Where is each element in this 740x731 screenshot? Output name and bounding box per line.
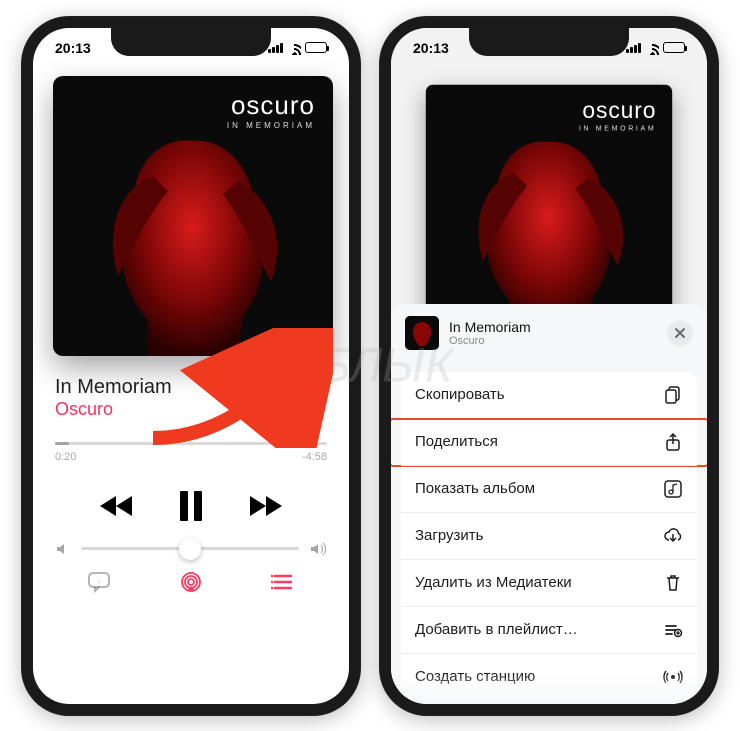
track-artist[interactable]: Oscuro — [55, 399, 172, 420]
battery-icon — [663, 42, 685, 53]
copy-icon — [663, 385, 683, 405]
wifi-icon — [645, 41, 659, 55]
menu-item-broadcast[interactable]: Создать станцию — [401, 654, 697, 701]
time-elapsed: 0:20 — [55, 451, 76, 463]
sheet-header: In Memoriam Oscuro — [391, 304, 707, 362]
sheet-track-artist: Oscuro — [449, 335, 531, 347]
album-art-text: oscuro IN MEMORIAM — [579, 97, 657, 132]
track-header: In Memoriam Oscuro ••• — [55, 376, 327, 420]
album-brand: oscuro — [227, 90, 315, 121]
volume-high-icon — [309, 541, 327, 557]
cellular-signal-icon — [268, 43, 283, 53]
music-album-icon — [663, 479, 683, 499]
next-button[interactable] — [248, 494, 284, 518]
volume-control[interactable] — [55, 541, 327, 557]
phone-right-screen: 20:13 oscuro IN MEMORIAM — [391, 28, 707, 704]
svg-text:♪: ♪ — [98, 579, 101, 585]
phone-left-frame: 20:13 oscuro IN MEMORIAM — [21, 16, 361, 716]
playback-controls — [53, 491, 329, 521]
notch — [111, 28, 271, 56]
menu-item-download-cloud[interactable]: Загрузить — [401, 513, 697, 560]
sheet-track-title: In Memoriam — [449, 319, 531, 335]
action-menu: Скопировать Поделиться Показать альбом Загр… — [401, 372, 697, 704]
bottom-actions: ♪ — [53, 571, 329, 593]
volume-knob[interactable] — [179, 538, 201, 560]
menu-item-label: Скопировать — [415, 386, 505, 403]
more-options-button[interactable]: ••• — [301, 385, 327, 411]
menu-item-share[interactable]: Поделиться — [401, 419, 697, 466]
menu-item-label: Показать альбом — [415, 480, 535, 497]
track-title: In Memoriam — [55, 376, 172, 399]
queue-button[interactable] — [271, 572, 295, 592]
status-time: 20:13 — [55, 40, 91, 56]
track-info: In Memoriam Oscuro — [55, 376, 172, 420]
menu-item-label: Создать станцию — [415, 668, 535, 685]
close-sheet-button[interactable] — [667, 320, 693, 346]
trash-icon — [663, 573, 683, 593]
menu-item-heart[interactable]: Нравится — [401, 701, 697, 704]
sheet-titles: In Memoriam Oscuro — [449, 319, 531, 347]
album-art-figure — [93, 126, 293, 356]
album-artwork-dimmed: oscuro IN MEMORIAM — [426, 84, 672, 330]
album-art-figure — [461, 128, 637, 330]
cellular-signal-icon — [626, 43, 641, 53]
lyrics-button[interactable]: ♪ — [87, 571, 111, 593]
volume-track[interactable] — [81, 547, 299, 550]
airplay-button[interactable] — [179, 571, 203, 593]
menu-item-label: Добавить в плейлист… — [415, 621, 578, 638]
scrubber-track[interactable] — [55, 442, 327, 445]
menu-item-label: Поделиться — [415, 433, 498, 450]
status-indicators — [626, 41, 685, 55]
now-playing-view: oscuro IN MEMORIAM In Memoriam — [33, 76, 349, 593]
notch — [469, 28, 629, 56]
status-time: 20:13 — [413, 40, 449, 56]
menu-item-playlist-add[interactable]: Добавить в плейлист… — [401, 607, 697, 654]
menu-item-copy[interactable]: Скопировать — [401, 372, 697, 419]
menu-item-label: Загрузить — [415, 527, 484, 544]
menu-item-trash[interactable]: Удалить из Медиатеки — [401, 560, 697, 607]
close-icon — [674, 327, 686, 339]
wifi-icon — [287, 41, 301, 55]
action-sheet: In Memoriam Oscuro Скопировать Поделиться… — [391, 304, 707, 704]
phone-left-screen: 20:13 oscuro IN MEMORIAM — [33, 28, 349, 704]
previous-button[interactable] — [98, 494, 134, 518]
time-remaining: -4:58 — [302, 451, 327, 463]
share-icon — [663, 432, 683, 452]
phone-right-frame: 20:13 oscuro IN MEMORIAM — [379, 16, 719, 716]
album-art-text: oscuro IN MEMORIAM — [227, 90, 315, 130]
sheet-thumbnail — [405, 316, 439, 350]
playlist-add-icon — [663, 620, 683, 640]
volume-low-icon — [55, 541, 71, 557]
download-cloud-icon — [663, 526, 683, 546]
playback-scrubber[interactable]: 0:20 -4:58 — [55, 442, 327, 463]
battery-icon — [305, 42, 327, 53]
broadcast-icon — [663, 667, 683, 687]
pause-button[interactable] — [178, 491, 204, 521]
album-brand: oscuro — [579, 97, 657, 124]
menu-item-label: Удалить из Медиатеки — [415, 574, 572, 591]
time-row: 0:20 -4:58 — [55, 451, 327, 463]
status-indicators — [268, 41, 327, 55]
menu-item-music-album[interactable]: Показать альбом — [401, 466, 697, 513]
album-artwork[interactable]: oscuro IN MEMORIAM — [53, 76, 333, 356]
